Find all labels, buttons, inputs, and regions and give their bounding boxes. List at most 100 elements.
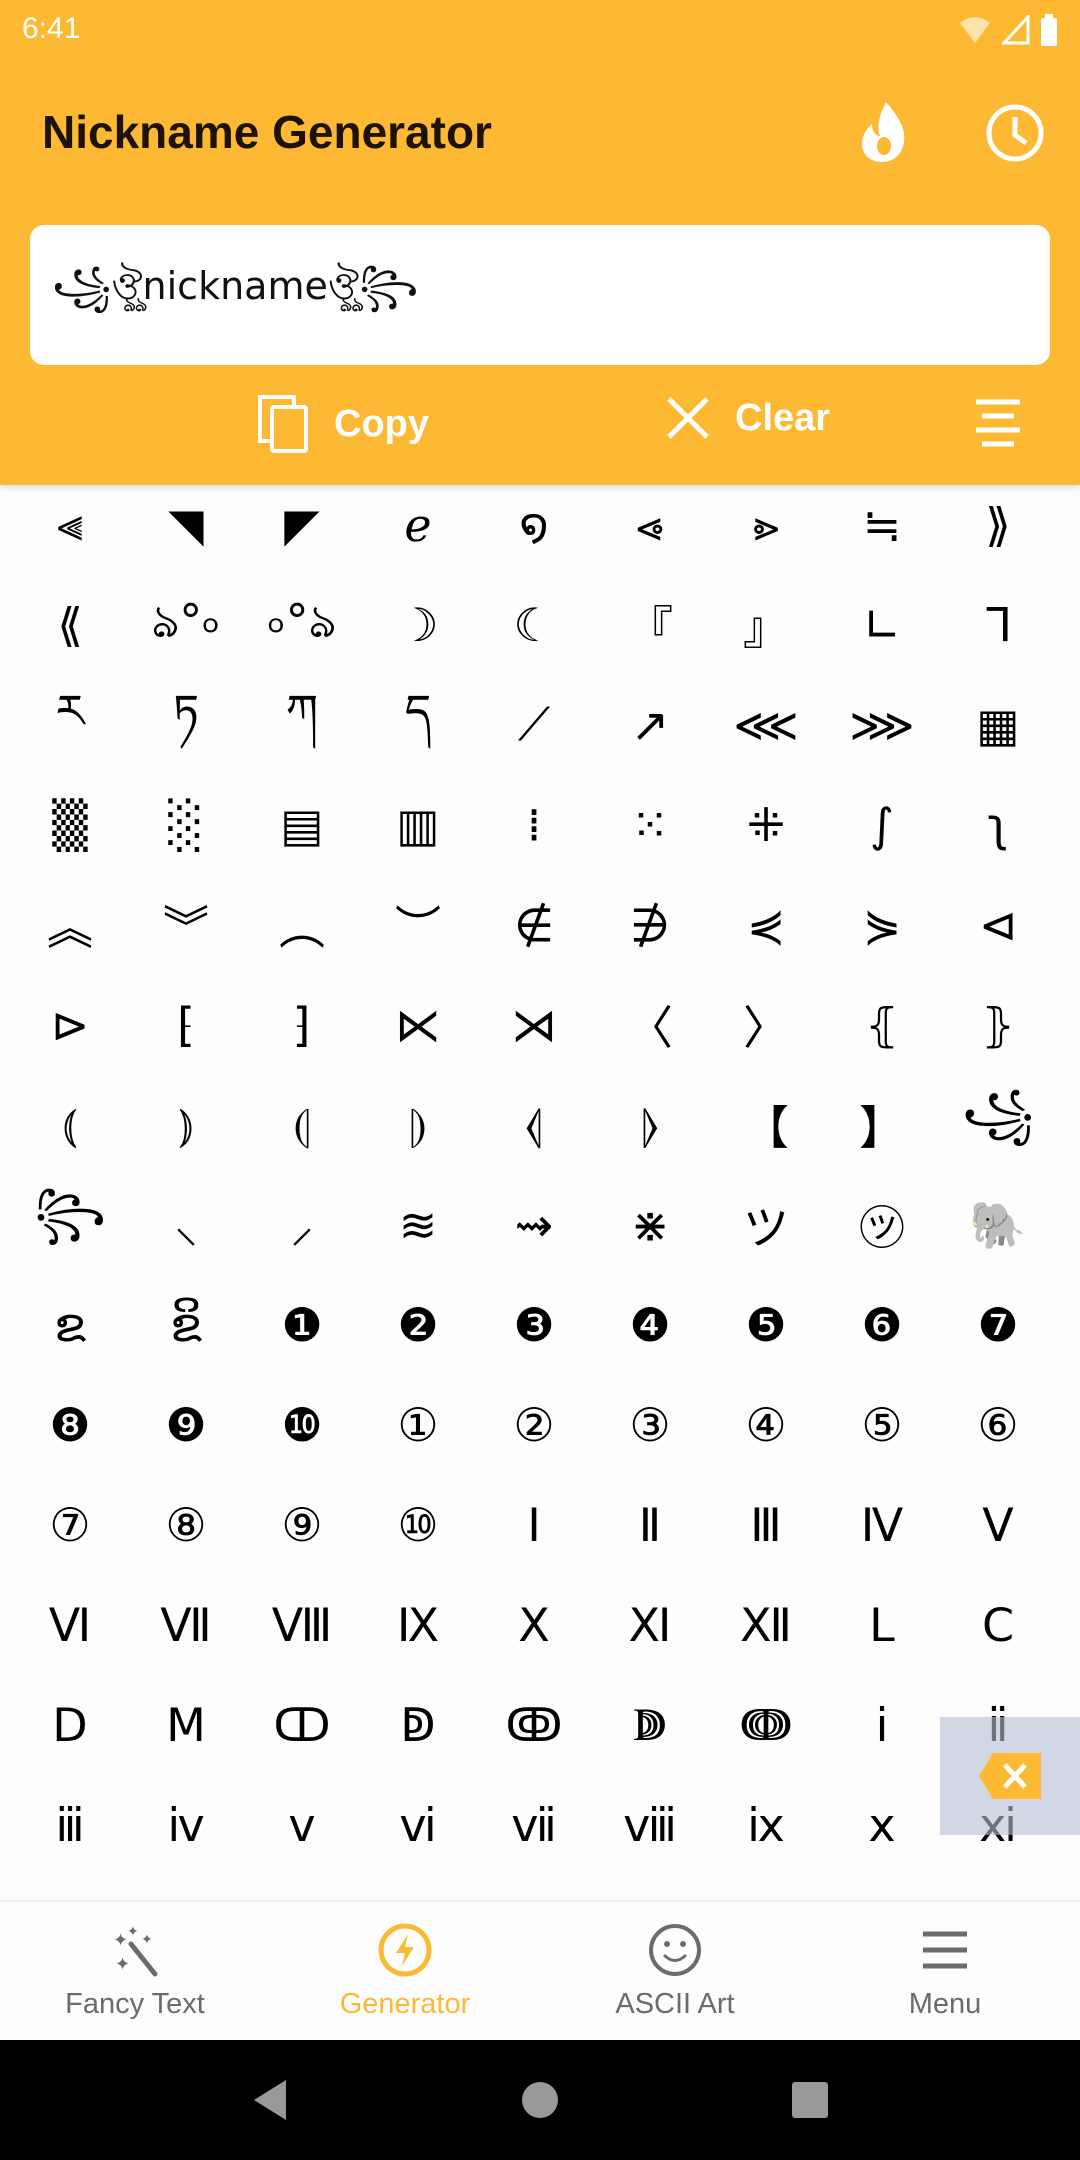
symbol-cell[interactable]: ⑧ xyxy=(128,1475,244,1575)
symbol-cell[interactable]: ⦉ xyxy=(476,1075,592,1175)
symbol-cell[interactable]: ⦆ xyxy=(128,1075,244,1175)
symbol-cell[interactable]: Ⅲ xyxy=(708,1475,824,1575)
symbol-cell[interactable]: ☽ xyxy=(360,575,476,675)
symbol-cell[interactable]: ⸝ xyxy=(244,1175,360,1275)
symbol-cell[interactable]: ① xyxy=(360,1375,476,1475)
symbol-cell[interactable]: ཀ xyxy=(244,675,360,775)
symbol-cell[interactable]: ↀ xyxy=(244,1675,360,1775)
symbol-cell[interactable]: ⟫ xyxy=(940,475,1056,575)
symbol-cell[interactable]: ຂ xyxy=(12,1275,128,1375)
symbol-cell[interactable]: Ⅴ xyxy=(940,1475,1056,1575)
symbol-cell[interactable]: ঌ°৹ xyxy=(128,575,244,675)
symbol-cell[interactable]: Ⅺ xyxy=(592,1575,708,1675)
symbol-cell[interactable]: Ⅵ xyxy=(12,1575,128,1675)
symbol-cell[interactable]: ツ xyxy=(708,1175,824,1275)
symbol-cell[interactable]: ⋙ xyxy=(824,675,940,775)
symbol-cell[interactable]: Ⅽ xyxy=(940,1575,1056,1675)
symbol-cell[interactable]: ⁆ xyxy=(244,975,360,1075)
symbol-cell[interactable]: Ⅹ xyxy=(476,1575,592,1675)
recents-icon[interactable] xyxy=(790,2080,830,2120)
symbol-cell[interactable]: ⦇ xyxy=(244,1075,360,1175)
symbol-cell[interactable]: Ⅾ xyxy=(12,1675,128,1775)
symbol-cell[interactable]: ⑨ xyxy=(244,1475,360,1575)
symbol-cell[interactable]: ↂ xyxy=(476,1675,592,1775)
symbol-cell[interactable]: ⋟ xyxy=(824,875,940,975)
symbol-cell[interactable]: ⑩ xyxy=(360,1475,476,1575)
symbol-cell[interactable]: ∟ xyxy=(824,575,940,675)
symbol-cell[interactable]: ⅹ xyxy=(824,1775,940,1875)
symbol-cell[interactable]: ︾ xyxy=(128,875,244,975)
symbol-cell[interactable]: ⦃ xyxy=(824,975,940,1075)
symbol-cell[interactable]: ② xyxy=(476,1375,592,1475)
symbol-cell[interactable]: ▤ xyxy=(244,775,360,875)
symbol-cell[interactable]: ⋉ xyxy=(360,975,476,1075)
symbol-cell[interactable]: ░ xyxy=(128,775,244,875)
back-icon[interactable] xyxy=(250,2078,290,2122)
nav-ascii-art[interactable]: ASCII Art xyxy=(540,1902,810,2040)
clear-button[interactable]: Clear xyxy=(665,395,830,441)
symbol-cell[interactable]: ❼ xyxy=(940,1275,1056,1375)
symbol-cell[interactable]: Ⅷ xyxy=(244,1575,360,1675)
symbol-cell[interactable]: ⋘ xyxy=(708,675,824,775)
symbol-cell[interactable]: ❹ xyxy=(592,1275,708,1375)
symbol-cell[interactable]: ⅰ xyxy=(824,1675,940,1775)
symbol-cell[interactable]: ʅ xyxy=(940,775,1056,875)
symbol-cell[interactable]: ⁅ xyxy=(128,975,244,1075)
symbol-cell[interactable]: ⑦ xyxy=(12,1475,128,1575)
symbol-cell[interactable]: ⅷ xyxy=(592,1775,708,1875)
symbol-cell[interactable]: ᒣ xyxy=(940,575,1056,675)
nav-generator[interactable]: Generator xyxy=(270,1902,540,2040)
delete-floating-button[interactable] xyxy=(940,1717,1080,1835)
symbol-cell[interactable]: ◥ xyxy=(128,475,244,575)
symbol-cell[interactable]: ⊳ xyxy=(12,975,128,1075)
symbol-cell[interactable]: ③ xyxy=(592,1375,708,1475)
symbol-cell[interactable]: ⅵ xyxy=(360,1775,476,1875)
symbol-cell[interactable]: ⊲ xyxy=(940,875,1056,975)
symbol-cell[interactable]: ❿ xyxy=(244,1375,360,1475)
symbol-cell[interactable]: 〉 xyxy=(708,975,824,1075)
symbol-cell[interactable]: ⟪ xyxy=(12,575,128,675)
fire-icon[interactable] xyxy=(858,100,908,162)
symbol-cell[interactable]: ④ xyxy=(708,1375,824,1475)
symbol-cell[interactable]: ❷ xyxy=(360,1275,476,1375)
symbol-cell[interactable]: ∉ xyxy=(476,875,592,975)
symbol-cell[interactable]: ≒ xyxy=(824,475,940,575)
symbol-cell[interactable]: ⸜ xyxy=(128,1175,244,1275)
symbol-cell[interactable]: ຂິ xyxy=(128,1275,244,1375)
copy-button[interactable]: Copy xyxy=(258,395,429,453)
symbol-cell[interactable]: ↁ xyxy=(360,1675,476,1775)
symbol-cell[interactable]: ⋇ xyxy=(592,1175,708,1275)
symbol-cell[interactable]: ◤ xyxy=(244,475,360,575)
history-icon[interactable] xyxy=(985,103,1045,163)
symbol-cell[interactable]: ❸ xyxy=(476,1275,592,1375)
symbol-cell[interactable]: ཪ xyxy=(12,675,128,775)
symbol-cell[interactable]: ㋡ xyxy=(824,1175,940,1275)
symbol-cell[interactable]: ⫷ xyxy=(12,475,128,575)
symbol-cell[interactable]: ꧂ xyxy=(12,1175,128,1275)
symbol-cell[interactable]: ❻ xyxy=(824,1275,940,1375)
symbol-cell[interactable]: ▦ xyxy=(940,675,1056,775)
symbol-cell[interactable]: 〈 xyxy=(592,975,708,1075)
symbol-cell[interactable]: ❶ xyxy=(244,1275,360,1375)
symbol-cell[interactable]: 】 xyxy=(824,1075,940,1175)
symbol-cell[interactable]: 【 xyxy=(708,1075,824,1175)
symbol-cell[interactable]: ⟋ xyxy=(476,675,592,775)
align-center-icon[interactable] xyxy=(974,399,1022,449)
symbol-cell[interactable]: Ⅰ xyxy=(476,1475,592,1575)
symbol-cell[interactable]: ⩺ xyxy=(708,475,824,575)
symbol-cell[interactable]: ⦈ xyxy=(360,1075,476,1175)
symbol-cell[interactable]: ꧁ xyxy=(940,1075,1056,1175)
symbol-cell[interactable]: ⩹ xyxy=(592,475,708,575)
symbol-cell[interactable]: ⅴ xyxy=(244,1775,360,1875)
symbol-cell[interactable]: ⁜ xyxy=(708,775,824,875)
symbol-cell[interactable]: 『 xyxy=(592,575,708,675)
symbol-cell[interactable]: ↈ xyxy=(708,1675,824,1775)
symbol-cell[interactable]: ▥ xyxy=(360,775,476,875)
symbol-cell[interactable]: ⅳ xyxy=(128,1775,244,1875)
symbol-cell[interactable]: ⦄ xyxy=(940,975,1056,1075)
symbol-cell[interactable]: 』 xyxy=(708,575,824,675)
symbol-cell[interactable]: ⁞ xyxy=(476,775,592,875)
symbol-cell[interactable]: ▒ xyxy=(12,775,128,875)
symbol-cell[interactable]: ℯ xyxy=(360,475,476,575)
symbol-cell[interactable]: ⅸ xyxy=(708,1775,824,1875)
